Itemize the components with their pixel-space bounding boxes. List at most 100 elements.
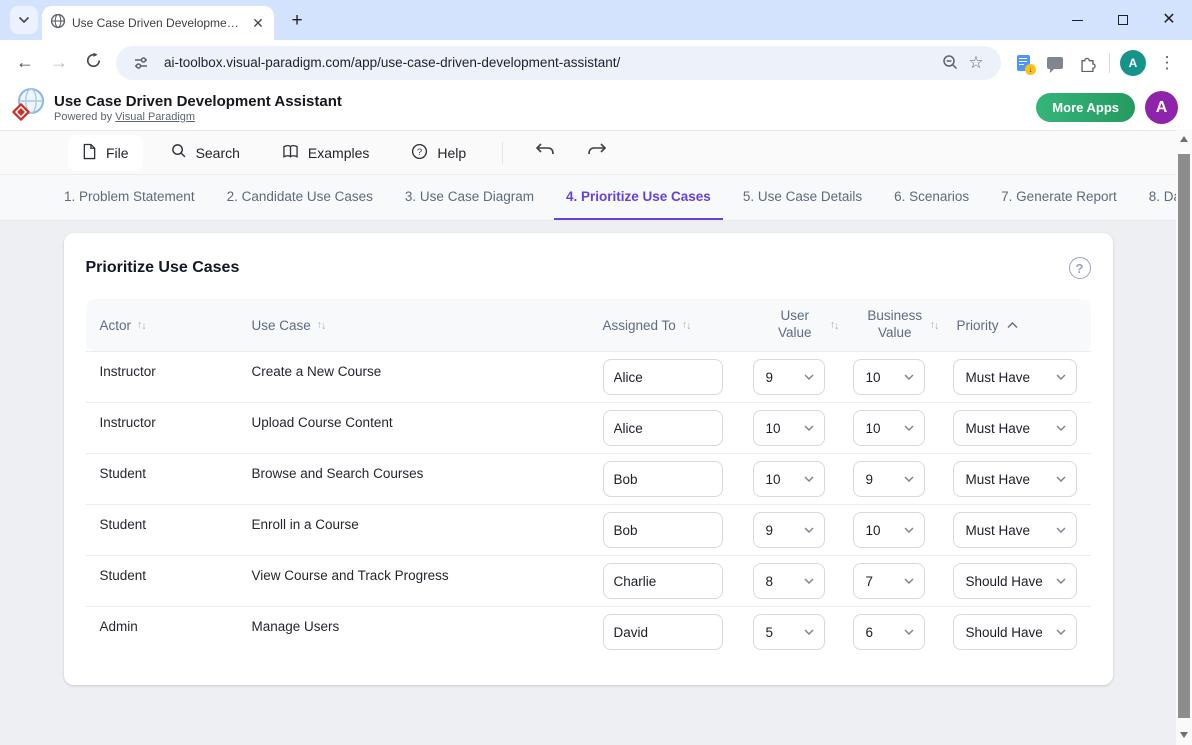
file-menu[interactable]: File: [68, 135, 143, 171]
column-header-priority[interactable]: Priority: [953, 318, 1091, 333]
reload-button[interactable]: [76, 46, 110, 80]
business-value-select[interactable]: 7: [853, 563, 925, 599]
site-info-icon[interactable]: [128, 50, 154, 76]
user-value-select[interactable]: 5: [753, 614, 825, 650]
zoom-out-icon[interactable]: [937, 50, 963, 76]
user-value-select[interactable]: 8: [753, 563, 825, 599]
browser-tab[interactable]: Use Case Driven Development A ✕: [42, 6, 274, 40]
window-maximize-button[interactable]: [1100, 0, 1146, 40]
chevron-down-icon: [1056, 578, 1066, 584]
assigned-to-input[interactable]: [603, 512, 723, 548]
maximize-icon: [1118, 15, 1128, 25]
minimize-icon: [1072, 20, 1083, 21]
app-menubar: File Search Examples ? Help: [0, 131, 1176, 175]
priority-select[interactable]: Must Have: [953, 359, 1077, 395]
priority-select[interactable]: Must Have: [953, 512, 1077, 548]
undo-button[interactable]: [525, 137, 565, 169]
use-case-cell: Manage Users: [252, 619, 603, 634]
browser-window: Use Case Driven Development A ✕ + ✕ ← → …: [0, 0, 1192, 745]
table-header-row: Actor ↑↓ Use Case ↑↓ Assigned To ↑↓ User…: [86, 299, 1091, 351]
tab-candidate-use-cases[interactable]: 2. Candidate Use Cases: [215, 175, 385, 220]
sort-icon: ↑↓: [830, 319, 840, 331]
main-content: Prioritize Use Cases ? Actor ↑↓ Use Case…: [0, 221, 1176, 745]
new-tab-button[interactable]: +: [284, 8, 310, 34]
help-menu[interactable]: ? Help: [397, 135, 480, 171]
scroll-down-arrow[interactable]: [1176, 727, 1192, 743]
window-close-button[interactable]: ✕: [1146, 0, 1192, 40]
more-apps-button[interactable]: More Apps: [1036, 93, 1135, 122]
table-row: Instructor Create a New Course 9 10 Must…: [86, 351, 1091, 402]
back-arrow-icon: ←: [16, 52, 34, 73]
scrollbar-thumb[interactable]: [1178, 154, 1190, 718]
user-value-select[interactable]: 9: [753, 359, 825, 395]
browser-menu-button[interactable]: ⋮: [1150, 46, 1184, 80]
table-row: Admin Manage Users 5 6 Should Have: [86, 606, 1091, 657]
priority-select[interactable]: Must Have: [953, 461, 1077, 497]
column-header-assigned-to[interactable]: Assigned To ↑↓: [603, 318, 753, 333]
extensions-puzzle-icon[interactable]: [1071, 47, 1103, 79]
back-button[interactable]: ←: [8, 46, 42, 80]
comment-bubble-icon[interactable]: [1039, 47, 1071, 79]
assigned-to-input[interactable]: [603, 461, 723, 497]
forward-button[interactable]: →: [42, 46, 76, 80]
browser-profile-avatar[interactable]: A: [1120, 50, 1146, 76]
priority-select[interactable]: Should Have: [953, 614, 1077, 650]
url-bar[interactable]: ai-toolbox.visual-paradigm.com/app/use-c…: [116, 46, 1001, 80]
column-header-business-value[interactable]: Business Value ↑↓: [853, 308, 953, 342]
sort-icon: ↑↓: [682, 319, 692, 331]
reading-list-icon[interactable]: ↓: [1007, 47, 1039, 79]
tab-use-case-details[interactable]: 5. Use Case Details: [731, 175, 874, 220]
page-scrollbar[interactable]: [1176, 129, 1192, 745]
url-text[interactable]: ai-toolbox.visual-paradigm.com/app/use-c…: [164, 55, 937, 70]
search-menu[interactable]: Search: [157, 135, 254, 170]
business-value-select[interactable]: 9: [853, 461, 925, 497]
app-header: Use Case Driven Development Assistant Po…: [0, 85, 1192, 131]
assigned-to-input[interactable]: [603, 410, 723, 446]
visual-paradigm-link[interactable]: Visual Paradigm: [115, 111, 195, 123]
sort-icon: ↑↓: [317, 319, 327, 331]
user-value-select[interactable]: 9: [753, 512, 825, 548]
column-header-user-value[interactable]: User Value ↑↓: [753, 308, 853, 342]
assigned-to-input[interactable]: [603, 563, 723, 599]
chevron-down-icon: [1056, 476, 1066, 482]
column-header-actor[interactable]: Actor ↑↓: [86, 318, 252, 333]
tab-use-case-diagram[interactable]: 3. Use Case Diagram: [393, 175, 546, 220]
priority-select[interactable]: Must Have: [953, 410, 1077, 446]
business-value-select[interactable]: 10: [853, 512, 925, 548]
user-avatar[interactable]: A: [1145, 91, 1178, 124]
business-value-select[interactable]: 10: [853, 410, 925, 446]
examples-menu[interactable]: Examples: [268, 136, 383, 170]
prioritize-card: Prioritize Use Cases ? Actor ↑↓ Use Case…: [64, 233, 1113, 685]
chevron-down-icon: [1056, 629, 1066, 635]
help-icon: ?: [411, 143, 428, 163]
tab-prioritize-use-cases[interactable]: 4. Prioritize Use Cases: [554, 175, 723, 220]
assigned-to-input[interactable]: [603, 614, 723, 650]
business-value-select[interactable]: 10: [853, 359, 925, 395]
user-value-select[interactable]: 10: [753, 461, 825, 497]
tab-generate-report[interactable]: 7. Generate Report: [989, 175, 1129, 220]
column-header-use-case[interactable]: Use Case ↑↓: [252, 318, 603, 333]
sort-icon: ↑↓: [930, 319, 940, 331]
table-row: Student Browse and Search Courses 10 9 M…: [86, 453, 1091, 504]
chevron-down-icon: [804, 527, 814, 533]
chevron-down-icon: [1056, 425, 1066, 431]
assigned-to-input[interactable]: [603, 359, 723, 395]
tab-close-icon[interactable]: ✕: [250, 15, 266, 32]
tab-problem-statement[interactable]: 1. Problem Statement: [52, 175, 207, 220]
user-value-select[interactable]: 10: [753, 410, 825, 446]
tab-scenarios[interactable]: 6. Scenarios: [882, 175, 981, 220]
redo-button[interactable]: [577, 137, 617, 169]
chevron-down-icon: [804, 629, 814, 635]
use-case-cell: Enroll in a Course: [252, 517, 603, 532]
chevron-down-icon: [804, 425, 814, 431]
scroll-up-arrow[interactable]: [1176, 131, 1192, 147]
tab-search-button[interactable]: [10, 6, 38, 34]
chevron-down-icon: [904, 476, 914, 482]
chevron-down-icon: [1056, 527, 1066, 533]
business-value-select[interactable]: 6: [853, 614, 925, 650]
chevron-down-icon: [1056, 374, 1066, 380]
bookmark-star-icon[interactable]: ☆: [963, 50, 989, 76]
priority-select[interactable]: Should Have: [953, 563, 1077, 599]
window-minimize-button[interactable]: [1054, 0, 1100, 40]
card-help-icon[interactable]: ?: [1069, 257, 1091, 279]
